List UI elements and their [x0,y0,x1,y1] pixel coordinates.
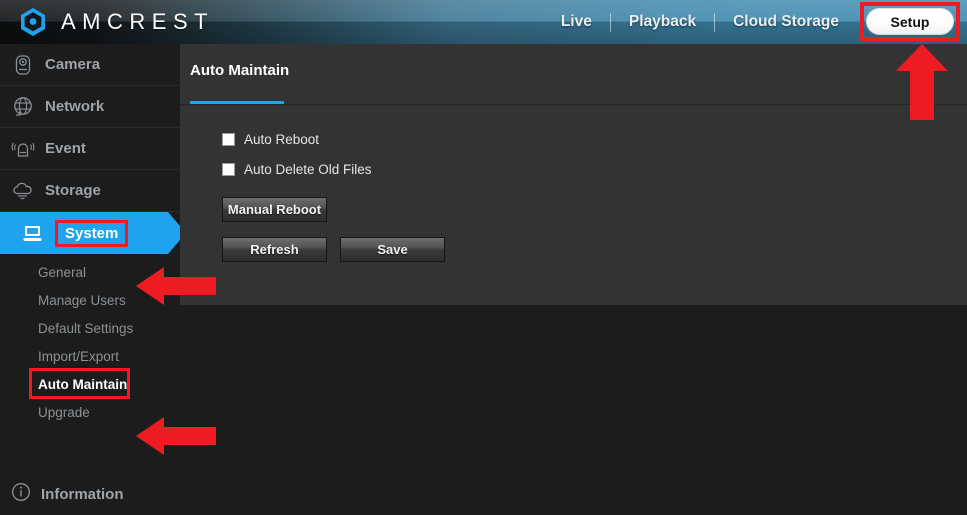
submenu-item-auto-maintain[interactable]: Auto Maintain [0,368,180,399]
sidebar-item-label: Storage [45,182,101,199]
submenu-item-label: Manage Users [38,292,126,308]
alarm-bell-icon [10,136,36,162]
top-navigation: Live Playback Cloud Storage [543,0,857,44]
sidebar-item-label: System [55,219,129,247]
setup-button[interactable]: Setup [866,8,954,35]
tab-auto-maintain[interactable]: Auto Maintain [190,62,289,96]
submenu-item-label: Auto Maintain [38,376,128,392]
auto-delete-old-files-row[interactable]: Auto Delete Old Files [222,162,967,177]
content-tabbar: Auto Maintain [180,44,967,105]
auto-delete-old-files-label: Auto Delete Old Files [244,162,372,177]
monitor-icon [20,220,46,246]
auto-reboot-row[interactable]: Auto Reboot [222,132,967,147]
amcrest-hex-logo-icon [21,8,45,36]
refresh-button[interactable]: Refresh [222,237,327,262]
auto-reboot-checkbox[interactable] [222,133,235,146]
sidebar: Camera Network Event Storage System Gene… [0,44,186,515]
submenu-item-label: Upgrade [38,404,90,420]
sidebar-item-camera[interactable]: Camera [0,44,180,86]
info-circle-icon [10,481,32,508]
submenu-item-import-export[interactable]: Import/Export [0,342,180,370]
camera-icon [10,52,36,78]
submenu-item-label: General [38,264,87,280]
sidebar-item-information[interactable]: Information [0,473,180,515]
sidebar-item-event[interactable]: Event [0,128,180,170]
brand-name: AMCREST [61,9,215,34]
submenu-item-manage-users[interactable]: Manage Users [0,286,180,314]
sidebar-item-network[interactable]: Network [0,86,180,128]
sidebar-item-label: Network [45,98,105,115]
sidebar-item-storage[interactable]: Storage [0,170,180,212]
cloud-icon [10,178,36,204]
brand-logo[interactable]: AMCREST [17,6,214,38]
content-panel: Auto Maintain Auto Reboot Auto Delete Ol… [180,44,967,305]
submenu-item-label: Import/Export [38,348,120,364]
sidebar-item-label: Information [41,485,124,503]
submenu-item-label: Default Settings [38,320,134,336]
submenu-item-general[interactable]: General [0,258,180,286]
tab-active-underline [190,101,284,104]
sidebar-item-system[interactable]: System [0,212,186,254]
system-submenu: General Manage Users Default Settings Im… [0,254,180,426]
manual-reboot-button[interactable]: Manual Reboot [222,197,327,222]
sidebar-item-label: Event [45,140,86,157]
nav-item-live[interactable]: Live [543,13,610,31]
nav-item-playback[interactable]: Playback [611,13,714,31]
submenu-item-default-settings[interactable]: Default Settings [0,314,180,342]
auto-reboot-label: Auto Reboot [244,132,320,147]
save-button[interactable]: Save [340,237,445,262]
app-header: AMCREST Live Playback Cloud Storage Setu… [0,0,967,44]
form-action-buttons: Refresh Save [222,237,967,262]
nav-item-cloud-storage[interactable]: Cloud Storage [715,13,857,31]
sidebar-item-label: Camera [45,56,101,73]
auto-delete-old-files-checkbox[interactable] [222,163,235,176]
submenu-item-upgrade[interactable]: Upgrade [0,398,180,426]
auto-maintain-form: Auto Reboot Auto Delete Old Files Manual… [180,105,967,262]
globe-icon [10,94,36,120]
